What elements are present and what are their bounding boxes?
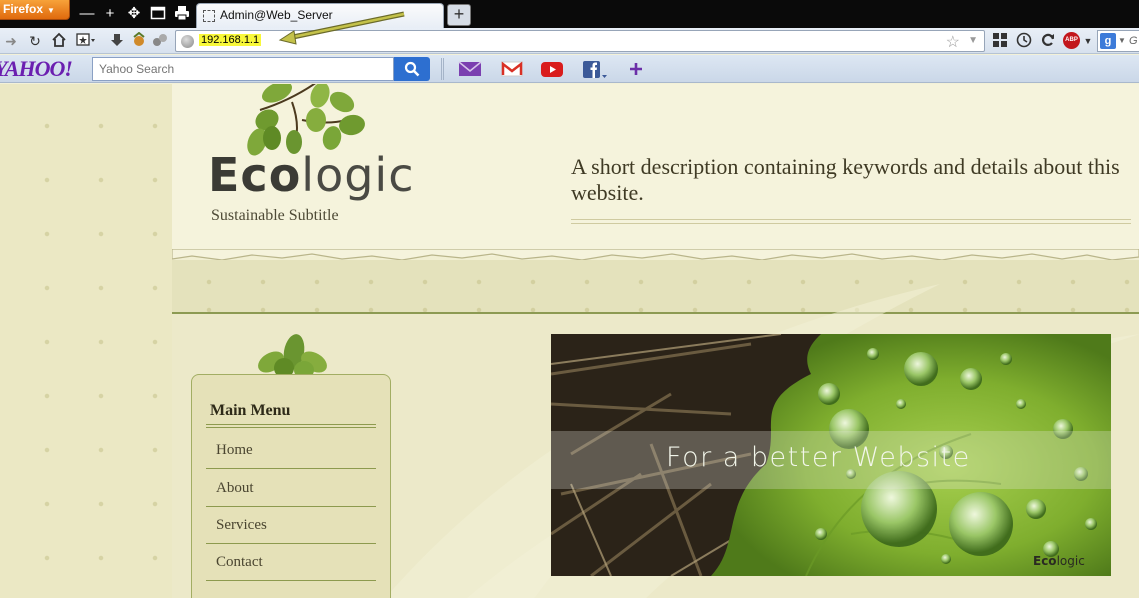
banner-watermark-bold: Eco bbox=[1033, 554, 1057, 568]
plus-icon[interactable] bbox=[624, 59, 648, 79]
facebook-icon[interactable] bbox=[582, 59, 607, 79]
banner-watermark: Ecologic bbox=[1033, 554, 1085, 568]
url-text[interactable]: 192.168.1.1 bbox=[199, 34, 262, 46]
search-engine-box[interactable]: g ▼ G bbox=[1097, 30, 1139, 52]
mail-icon[interactable] bbox=[458, 59, 482, 79]
history-icon[interactable] bbox=[1015, 32, 1033, 50]
adblock-dropdown-icon[interactable]: ▼ bbox=[1079, 32, 1097, 50]
yahoo-search-button[interactable] bbox=[394, 57, 430, 81]
sync-icon[interactable] bbox=[1039, 32, 1057, 50]
home-icon[interactable] bbox=[50, 32, 68, 50]
yahoo-search-input[interactable] bbox=[99, 59, 389, 79]
site-logo[interactable]: Ecologic bbox=[208, 148, 415, 202]
browser-tab-bar: Firefox ▼ — + ✥ Admin@Web_Server + bbox=[0, 0, 1139, 28]
gmail-icon[interactable] bbox=[500, 59, 524, 79]
addon-icon[interactable] bbox=[130, 31, 148, 50]
adblock-icon[interactable]: ABP bbox=[1063, 32, 1080, 49]
forward-icon[interactable]: ➜ bbox=[2, 32, 20, 50]
menu-item-services[interactable]: Services bbox=[206, 507, 376, 544]
print-icon[interactable] bbox=[173, 5, 191, 23]
navigation-bar: ➜ ↻ 192.168.1.1 ☆ ▼ ABP ▼ g ▼ G bbox=[0, 28, 1139, 54]
yahoo-logo[interactable]: YAHOO! bbox=[0, 56, 73, 82]
new-tab-button[interactable]: + bbox=[447, 4, 471, 26]
google-icon: g bbox=[1100, 33, 1116, 49]
banner-image: For a better Website Ecologic bbox=[551, 334, 1111, 576]
yahoo-search-field[interactable] bbox=[92, 57, 394, 81]
description-divider bbox=[571, 219, 1131, 224]
search-icon bbox=[404, 61, 420, 77]
firefox-menu-label: Firefox bbox=[3, 2, 44, 16]
menu-item-about[interactable]: About bbox=[206, 470, 376, 507]
move-icon[interactable]: ✥ bbox=[125, 5, 143, 23]
search-engine-hint: G bbox=[1129, 35, 1138, 47]
search-engine-dropdown-icon[interactable]: ▼ bbox=[1118, 36, 1126, 45]
grid-icon[interactable] bbox=[991, 32, 1009, 50]
site-description: A short description containing keywords … bbox=[571, 154, 1120, 205]
bookmark-star-icon[interactable]: ☆ bbox=[946, 32, 960, 52]
banner-watermark-light: logic bbox=[1056, 554, 1085, 568]
bookmarks-icon[interactable] bbox=[76, 32, 95, 50]
menu-item-contact[interactable]: Contact bbox=[206, 544, 376, 581]
menu-item-label[interactable]: About bbox=[216, 480, 254, 497]
url-dropdown-icon[interactable]: ▼ bbox=[968, 35, 978, 46]
web-page: Ecologic Sustainable Subtitle A short de… bbox=[0, 84, 1139, 598]
minimize-icon[interactable]: — bbox=[78, 5, 96, 23]
chevron-down-icon: ▼ bbox=[47, 6, 55, 15]
menu-item-label[interactable]: Services bbox=[216, 517, 267, 534]
reload-icon[interactable]: ↻ bbox=[26, 32, 44, 50]
logo-bold-text: Eco bbox=[208, 148, 302, 202]
firefox-menu-button[interactable]: Firefox ▼ bbox=[0, 0, 70, 20]
add-icon[interactable]: + bbox=[101, 5, 119, 23]
menu-item-label[interactable]: Contact bbox=[216, 554, 263, 571]
youtube-icon[interactable] bbox=[540, 59, 564, 79]
menu-title: Main Menu bbox=[210, 402, 291, 419]
page-favicon-icon bbox=[203, 10, 215, 22]
main-menu: Main Menu Home About Services Contact bbox=[191, 374, 391, 598]
globe-icon bbox=[181, 35, 194, 48]
toolbar-separator bbox=[441, 58, 444, 80]
site-subtitle: Sustainable Subtitle bbox=[211, 207, 339, 224]
menu-title-divider bbox=[206, 424, 376, 428]
banner-caption: For a better Website bbox=[666, 442, 971, 473]
download-icon[interactable] bbox=[108, 32, 126, 50]
menu-item-label[interactable]: Home bbox=[216, 442, 253, 459]
annotation-arrow bbox=[278, 11, 405, 45]
logo-light-text: logic bbox=[301, 148, 415, 202]
page-background-left bbox=[0, 84, 172, 598]
addon-puzzle-icon[interactable] bbox=[151, 32, 169, 50]
yahoo-toolbar: YAHOO! bbox=[0, 55, 1139, 83]
menu-item-home[interactable]: Home bbox=[206, 432, 376, 469]
window-icon[interactable] bbox=[149, 5, 167, 23]
menu-leaves-image bbox=[258, 334, 327, 378]
